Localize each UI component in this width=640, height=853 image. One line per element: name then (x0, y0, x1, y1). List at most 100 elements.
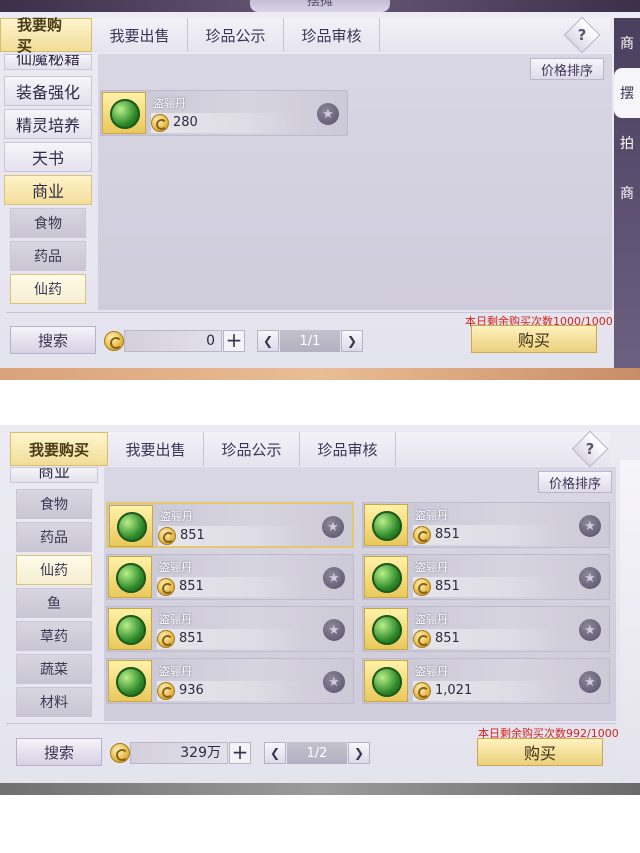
tab-buy[interactable]: 我要购买 (0, 16, 92, 55)
coin-icon (157, 578, 175, 596)
coin-icon (110, 743, 130, 763)
bottom-frame (0, 368, 640, 380)
item-name: 盗骊丹 (415, 561, 448, 574)
right-side-edge (620, 460, 640, 780)
pill-icon (116, 615, 146, 645)
amount-display: 0 (124, 330, 222, 352)
star-icon[interactable]: ★ (317, 103, 339, 125)
item-name: 盗骊丹 (153, 97, 186, 110)
stall-panel-2: 我要购买 我要出售 珍品公示 珍品审核 ? 商业 食物 药品 仙药 鱼 草药 蔬… (0, 425, 640, 795)
item-price: 851 (179, 631, 204, 646)
price-sort-button[interactable]: 价格排序 (538, 471, 612, 493)
prev-page-icon[interactable]: ❮ (264, 742, 286, 764)
plus-icon[interactable]: + (223, 330, 245, 352)
plus-icon[interactable]: + (229, 742, 251, 764)
stall-panel-1: 摆摊 我要购买 我要出售 珍品公示 珍品审核 ? 商 摆 拍 商 仙魔秘籍 装备… (0, 0, 640, 380)
category-item[interactable]: 精灵培养 (4, 109, 92, 139)
item-card[interactable]: 盗骊丹 851 ★ (106, 554, 354, 600)
price-sort-button[interactable]: 价格排序 (530, 58, 604, 80)
item-thumbnail (108, 660, 152, 702)
tab-treasure-review[interactable]: 珍品审核 (284, 18, 380, 52)
item-price: 851 (179, 579, 204, 594)
item-card[interactable]: 盗骊丹 280 ★ (100, 90, 348, 136)
coin-icon (413, 526, 431, 544)
subcategory-item[interactable]: 鱼 (16, 588, 92, 618)
next-page-icon[interactable]: ❯ (348, 742, 370, 764)
buy-button[interactable]: 购买 (471, 325, 597, 353)
subcategory-item[interactable]: 食物 (16, 489, 92, 519)
amount-display: 329万 (130, 742, 228, 764)
subcategory-item-selected[interactable]: 仙药 (10, 274, 86, 304)
item-thumbnail (102, 92, 146, 134)
coin-icon (151, 114, 169, 132)
tab-treasure-public[interactable]: 珍品公示 (204, 432, 300, 466)
coin-icon (413, 630, 431, 648)
category-item-selected[interactable]: 商业 (4, 175, 92, 205)
star-icon[interactable]: ★ (323, 619, 345, 641)
tab-treasure-review[interactable]: 珍品审核 (300, 432, 396, 466)
item-thumbnail (108, 556, 152, 598)
star-icon[interactable]: ★ (579, 619, 601, 641)
side-tab-shop[interactable]: 商 (614, 18, 640, 68)
subcategory-item[interactable]: 药品 (10, 241, 86, 271)
item-price: 851 (435, 579, 460, 594)
search-button[interactable]: 搜索 (16, 738, 102, 766)
pill-icon (372, 615, 402, 645)
item-thumbnail (108, 608, 152, 650)
item-name: 盗骊丹 (159, 665, 192, 678)
subcategory-item[interactable]: 药品 (16, 522, 92, 552)
item-card[interactable]: 盗骊丹 851 ★ (106, 502, 354, 548)
pill-icon (117, 512, 147, 542)
category-item[interactable]: 天书 (4, 142, 92, 172)
item-card[interactable]: 盗骊丹 1,021 ★ (362, 658, 610, 704)
tab-sell[interactable]: 我要出售 (108, 432, 204, 466)
category-item[interactable]: 商业 (10, 467, 98, 483)
item-thumbnail (109, 505, 153, 547)
coin-icon (157, 630, 175, 648)
subcategory-item[interactable]: 蔬菜 (16, 654, 92, 684)
subcategory-item[interactable]: 材料 (16, 687, 92, 717)
star-icon[interactable]: ★ (323, 671, 345, 693)
star-icon[interactable]: ★ (579, 567, 601, 589)
item-name: 盗骊丹 (415, 665, 448, 678)
item-card[interactable]: 盗骊丹 851 ★ (106, 606, 354, 652)
coin-icon (104, 331, 124, 351)
pill-icon (372, 667, 402, 697)
side-tab-shop-2[interactable]: 商 (614, 168, 640, 218)
tab-treasure-public[interactable]: 珍品公示 (188, 18, 284, 52)
subcategory-item[interactable]: 食物 (10, 208, 86, 238)
category-item[interactable]: 仙魔秘籍 (4, 54, 92, 70)
subcategory-item-selected[interactable]: 仙药 (16, 555, 92, 585)
category-item[interactable]: 装备强化 (4, 76, 92, 106)
item-card[interactable]: 盗骊丹 936 ★ (106, 658, 354, 704)
stall-title: 摆摊 (250, 0, 390, 12)
item-name: 盗骊丹 (415, 613, 448, 626)
item-thumbnail (364, 608, 408, 650)
star-icon[interactable]: ★ (579, 515, 601, 537)
buy-button[interactable]: 购买 (477, 738, 603, 766)
item-card[interactable]: 盗骊丹 851 ★ (362, 606, 610, 652)
star-icon[interactable]: ★ (322, 516, 344, 538)
coin-icon (413, 682, 431, 700)
side-tab-stall[interactable]: 摆 (614, 68, 640, 118)
tab-bar: 我要购买 我要出售 珍品公示 珍品审核 (0, 432, 610, 466)
star-icon[interactable]: ★ (579, 671, 601, 693)
tab-sell[interactable]: 我要出售 (92, 18, 188, 52)
subcategory-item[interactable]: 草药 (16, 621, 92, 651)
tab-buy[interactable]: 我要购买 (10, 432, 108, 466)
item-card[interactable]: 盗骊丹 851 ★ (362, 554, 610, 600)
next-page-icon[interactable]: ❯ (341, 330, 363, 352)
prev-page-icon[interactable]: ❮ (257, 330, 279, 352)
item-name: 盗骊丹 (159, 561, 192, 574)
divider (6, 723, 616, 724)
item-card[interactable]: 盗骊丹 851 ★ (362, 502, 610, 548)
search-button[interactable]: 搜索 (10, 326, 96, 354)
item-price: 936 (179, 683, 204, 698)
bottom-frame (0, 783, 640, 795)
star-icon[interactable]: ★ (323, 567, 345, 589)
item-price: 851 (435, 631, 460, 646)
side-tab-auction[interactable]: 拍 (614, 118, 640, 168)
item-price: 280 (173, 115, 198, 130)
coin-icon (157, 682, 175, 700)
page-indicator: 1/2 (287, 742, 347, 764)
